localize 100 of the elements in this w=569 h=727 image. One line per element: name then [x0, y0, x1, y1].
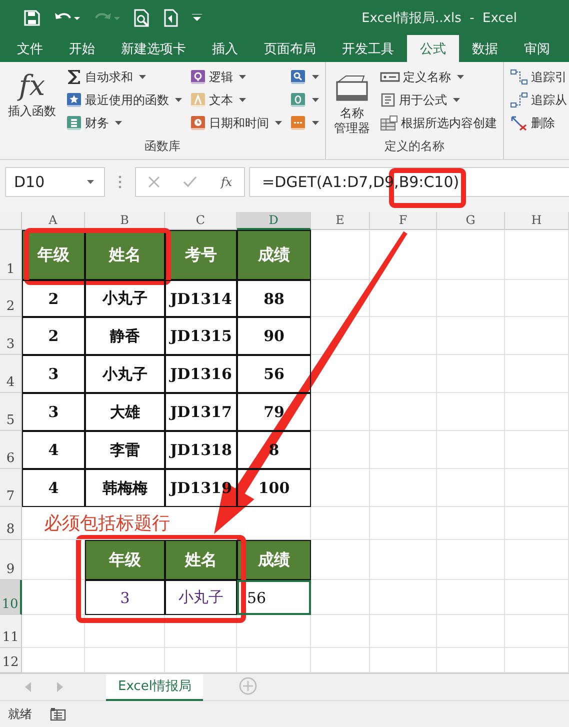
- window-title: Excel情报局..xls - Excel: [362, 10, 517, 26]
- macro-record-icon[interactable]: [50, 707, 66, 721]
- button-label: 自动求和: [85, 68, 133, 86]
- column-header[interactable]: D: [237, 212, 311, 230]
- table-cell: [165, 615, 237, 648]
- ribbon-tab[interactable]: 开始: [56, 35, 108, 62]
- column-header[interactable]: G: [437, 212, 505, 230]
- icon-button[interactable]: [290, 114, 319, 132]
- ribbon-button[interactable]: 财务: [66, 114, 182, 132]
- button-label: 插入函数: [8, 104, 56, 119]
- table-cell: [370, 355, 437, 393]
- sigma-icon: [66, 69, 82, 85]
- ribbon-button[interactable]: fx 插入函数: [6, 68, 58, 138]
- ribbon-button[interactable]: 用于公式: [380, 91, 497, 109]
- row-header[interactable]: 4: [0, 355, 22, 393]
- ribbon-tab[interactable]: 开发工具: [329, 35, 407, 62]
- ribbon-button[interactable]: 删除: [510, 114, 567, 132]
- customize-icon[interactable]: [192, 14, 202, 22]
- ribbon-tab[interactable]: 新建选项卡: [108, 35, 199, 62]
- table-cell: 4: [22, 431, 85, 469]
- book-icon: [66, 92, 82, 108]
- row-header[interactable]: 8: [0, 507, 22, 540]
- row-header[interactable]: 2: [0, 280, 22, 317]
- table-cell: [505, 507, 569, 540]
- ribbon-button[interactable]: 追踪从: [510, 91, 567, 109]
- label-icon: [380, 70, 400, 84]
- table-cell: 3: [22, 393, 85, 431]
- table-cell: [505, 431, 569, 469]
- column-header[interactable]: A: [22, 212, 85, 230]
- document-icon[interactable]: [164, 8, 178, 26]
- table-cell: [311, 393, 370, 431]
- ribbon-tab[interactable]: 数据: [459, 35, 511, 62]
- table-cell: JD1317: [165, 393, 237, 431]
- table-cell: 静香: [85, 317, 165, 355]
- table-cell: [505, 280, 569, 317]
- column-header[interactable]: E: [311, 212, 370, 230]
- ribbon-tab[interactable]: 文件: [4, 35, 56, 62]
- ribbon-tab[interactable]: 公式: [407, 35, 459, 62]
- table-cell: [311, 230, 370, 280]
- table-cell: [437, 507, 505, 540]
- icon-button[interactable]: [290, 91, 319, 109]
- column-header[interactable]: C: [165, 212, 237, 230]
- table-cell: 3: [85, 580, 165, 615]
- button-label: 用于公式: [399, 92, 447, 108]
- table-cell: [437, 469, 505, 507]
- row-header[interactable]: 12: [0, 648, 22, 673]
- ribbon-button[interactable]: 最近使用的函数: [66, 91, 182, 109]
- name-box[interactable]: D10: [5, 167, 105, 197]
- trace-icon: [510, 69, 528, 85]
- table-cell: [437, 540, 505, 580]
- table-cell: [437, 580, 505, 615]
- table-cell: 100: [237, 469, 311, 507]
- row-header[interactable]: 6: [0, 431, 22, 469]
- row-header[interactable]: 11: [0, 615, 22, 648]
- caret-icon: [87, 180, 94, 184]
- table-cell: [437, 280, 505, 317]
- row-header[interactable]: 1: [0, 230, 22, 280]
- book-icon: [190, 115, 206, 131]
- table-cell: [505, 355, 569, 393]
- ribbon-button[interactable]: 追踪引: [510, 68, 567, 86]
- table-cell: 8: [237, 431, 311, 469]
- button-label: 追踪引: [531, 68, 567, 86]
- ribbon-button[interactable]: 文本: [190, 91, 282, 109]
- ribbon-button[interactable]: 日期和时间: [190, 114, 282, 132]
- ribbon-tab[interactable]: 审阅: [511, 35, 563, 62]
- insert-function-icon[interactable]: fx: [220, 175, 232, 189]
- ribbon-button[interactable]: 定义名称: [380, 68, 497, 86]
- ribbon-tab[interactable]: 插入: [199, 35, 251, 62]
- table-cell: [437, 355, 505, 393]
- save-icon[interactable]: [24, 10, 40, 26]
- table-cell: JD1316: [165, 355, 237, 393]
- ribbon-button[interactable]: 逻辑: [190, 68, 282, 86]
- table-cell: 李雷: [85, 431, 165, 469]
- row-header[interactable]: 10: [0, 580, 22, 615]
- sheet-tab[interactable]: Excel情报局: [106, 674, 204, 701]
- table-cell: 56: [237, 580, 311, 615]
- icon-button[interactable]: [290, 68, 319, 86]
- column-header[interactable]: F: [370, 212, 437, 230]
- table-cell: [370, 580, 437, 615]
- row-header[interactable]: 3: [0, 317, 22, 355]
- row-header[interactable]: 5: [0, 393, 22, 431]
- row-header[interactable]: 9: [0, 540, 22, 580]
- table-cell: [370, 469, 437, 507]
- table-cell: 小丸子: [85, 280, 165, 317]
- ribbon-button[interactable]: 名称 管理器: [332, 68, 372, 138]
- ribbon-button[interactable]: 根据所选内容创建: [380, 114, 497, 132]
- table-cell: [437, 615, 505, 648]
- row-header[interactable]: 7: [0, 469, 22, 507]
- column-header[interactable]: H: [505, 212, 569, 230]
- table-cell: 90: [237, 317, 311, 355]
- header-cell: 年级: [85, 540, 165, 580]
- ribbon-button[interactable]: 自动求和: [66, 68, 182, 86]
- remove-arrows-icon: [510, 115, 528, 131]
- table-cell: 2: [22, 280, 85, 317]
- header-cell: 姓名: [85, 230, 165, 280]
- table-icon: [380, 115, 398, 131]
- table-cell: [311, 580, 370, 615]
- ribbon-tab[interactable]: 页面布局: [251, 35, 329, 62]
- print-preview-icon[interactable]: [134, 8, 150, 26]
- button-label: 日期和时间: [209, 114, 269, 132]
